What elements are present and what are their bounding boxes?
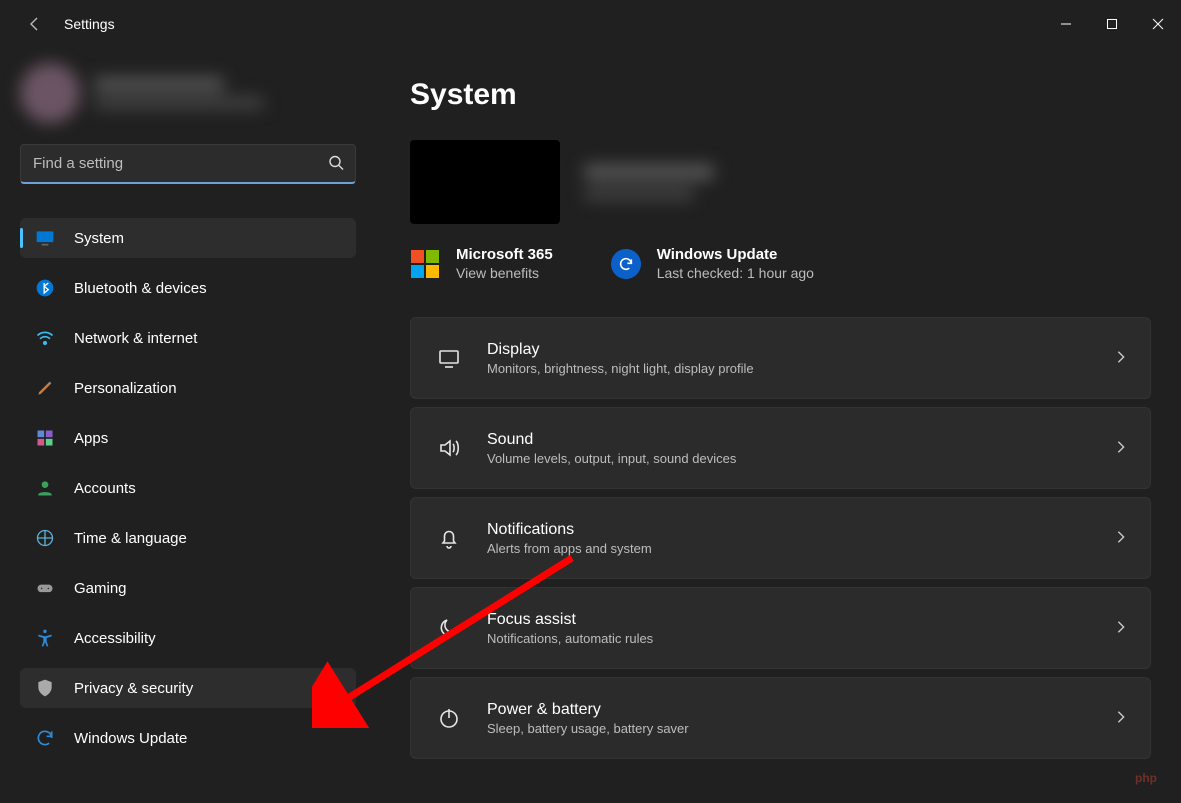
update-icon (34, 727, 56, 749)
search-wrap (20, 144, 356, 184)
maximize-icon (1106, 18, 1118, 30)
card-title: Power & battery (487, 701, 1090, 719)
sidebar-item-privacy[interactable]: Privacy & security (20, 668, 356, 708)
chevron-right-icon (1114, 350, 1128, 367)
person-icon (34, 477, 56, 499)
watermark: php (1135, 771, 1157, 785)
card-subtitle: Notifications, automatic rules (487, 631, 1090, 646)
sidebar-item-label: Network & internet (74, 330, 346, 347)
profile-block[interactable] (20, 48, 356, 138)
card-title: Notifications (487, 521, 1090, 539)
profile-info (94, 77, 264, 109)
app-title: Settings (64, 16, 115, 32)
maximize-button[interactable] (1089, 0, 1135, 48)
microsoft-365-icon (410, 249, 440, 279)
chevron-right-icon (1114, 620, 1128, 637)
sidebar-item-system[interactable]: System (20, 218, 356, 258)
promo-subtitle: Last checked: 1 hour ago (657, 265, 814, 281)
sidebar-item-apps[interactable]: Apps (20, 418, 356, 458)
device-info (584, 164, 714, 200)
card-subtitle: Volume levels, output, input, sound devi… (487, 451, 1090, 466)
chevron-right-icon (1114, 710, 1128, 727)
chevron-right-icon (1114, 530, 1128, 547)
sidebar-item-label: Windows Update (74, 730, 346, 747)
back-arrow-icon (27, 16, 43, 32)
back-button[interactable] (20, 9, 50, 39)
promo-title: Microsoft 365 (456, 246, 553, 263)
promo-subtitle: View benefits (456, 265, 553, 281)
power-icon (435, 706, 463, 730)
settings-card-list: Display Monitors, brightness, night ligh… (410, 317, 1151, 759)
search-input[interactable] (20, 144, 356, 184)
card-subtitle: Monitors, brightness, night light, displ… (487, 361, 1090, 376)
card-subtitle: Alerts from apps and system (487, 541, 1090, 556)
close-icon (1152, 18, 1164, 30)
sidebar-item-time[interactable]: Time & language (20, 518, 356, 558)
bell-icon (435, 526, 463, 550)
windows-update-icon (611, 249, 641, 279)
card-title: Display (487, 341, 1090, 359)
apps-icon (34, 427, 56, 449)
shield-icon (34, 677, 56, 699)
wifi-icon (34, 327, 56, 349)
sidebar-item-accessibility[interactable]: Accessibility (20, 618, 356, 658)
promo-m365[interactable]: Microsoft 365 View benefits (410, 246, 553, 281)
promo-windows-update[interactable]: Windows Update Last checked: 1 hour ago (611, 246, 814, 281)
sidebar: System Bluetooth & devices Network & int… (0, 48, 370, 803)
card-subtitle: Sleep, battery usage, battery saver (487, 721, 1090, 736)
gamepad-icon (34, 577, 56, 599)
card-display[interactable]: Display Monitors, brightness, night ligh… (410, 317, 1151, 399)
sidebar-item-windows-update[interactable]: Windows Update (20, 718, 356, 758)
avatar (20, 63, 80, 123)
card-focus-assist[interactable]: Focus assist Notifications, automatic ru… (410, 587, 1151, 669)
main-pane: System Microsoft 365 View benefits (370, 48, 1181, 803)
chevron-right-icon (1114, 440, 1128, 457)
sidebar-item-label: Time & language (74, 530, 346, 547)
sidebar-item-gaming[interactable]: Gaming (20, 568, 356, 608)
title-bar: Settings (0, 0, 1181, 48)
sidebar-item-personalization[interactable]: Personalization (20, 368, 356, 408)
card-power[interactable]: Power & battery Sleep, battery usage, ba… (410, 677, 1151, 759)
sidebar-item-label: Bluetooth & devices (74, 280, 346, 297)
accessibility-icon (34, 627, 56, 649)
promo-row: Microsoft 365 View benefits Windows Upda… (410, 246, 1151, 281)
card-title: Focus assist (487, 611, 1090, 629)
sidebar-item-label: System (74, 230, 346, 247)
sidebar-item-network[interactable]: Network & internet (20, 318, 356, 358)
card-sound[interactable]: Sound Volume levels, output, input, soun… (410, 407, 1151, 489)
globe-clock-icon (34, 527, 56, 549)
bluetooth-icon (34, 277, 56, 299)
card-title: Sound (487, 431, 1090, 449)
close-button[interactable] (1135, 0, 1181, 48)
moon-icon (435, 616, 463, 640)
display-icon (34, 227, 56, 249)
promo-title: Windows Update (657, 246, 814, 263)
sidebar-item-label: Accounts (74, 480, 346, 497)
device-thumbnail (410, 140, 560, 224)
speaker-icon (435, 436, 463, 460)
window-controls (1043, 0, 1181, 48)
sidebar-item-bluetooth[interactable]: Bluetooth & devices (20, 268, 356, 308)
sidebar-item-label: Privacy & security (74, 680, 346, 697)
sidebar-item-label: Accessibility (74, 630, 346, 647)
sidebar-item-label: Apps (74, 430, 346, 447)
device-summary[interactable] (410, 140, 1151, 224)
paintbrush-icon (34, 377, 56, 399)
nav-list: System Bluetooth & devices Network & int… (20, 218, 356, 768)
sidebar-item-label: Personalization (74, 380, 346, 397)
minimize-button[interactable] (1043, 0, 1089, 48)
card-notifications[interactable]: Notifications Alerts from apps and syste… (410, 497, 1151, 579)
page-title: System (410, 78, 1151, 112)
sidebar-item-label: Gaming (74, 580, 346, 597)
monitor-icon (435, 346, 463, 370)
sidebar-item-accounts[interactable]: Accounts (20, 468, 356, 508)
minimize-icon (1060, 18, 1072, 30)
